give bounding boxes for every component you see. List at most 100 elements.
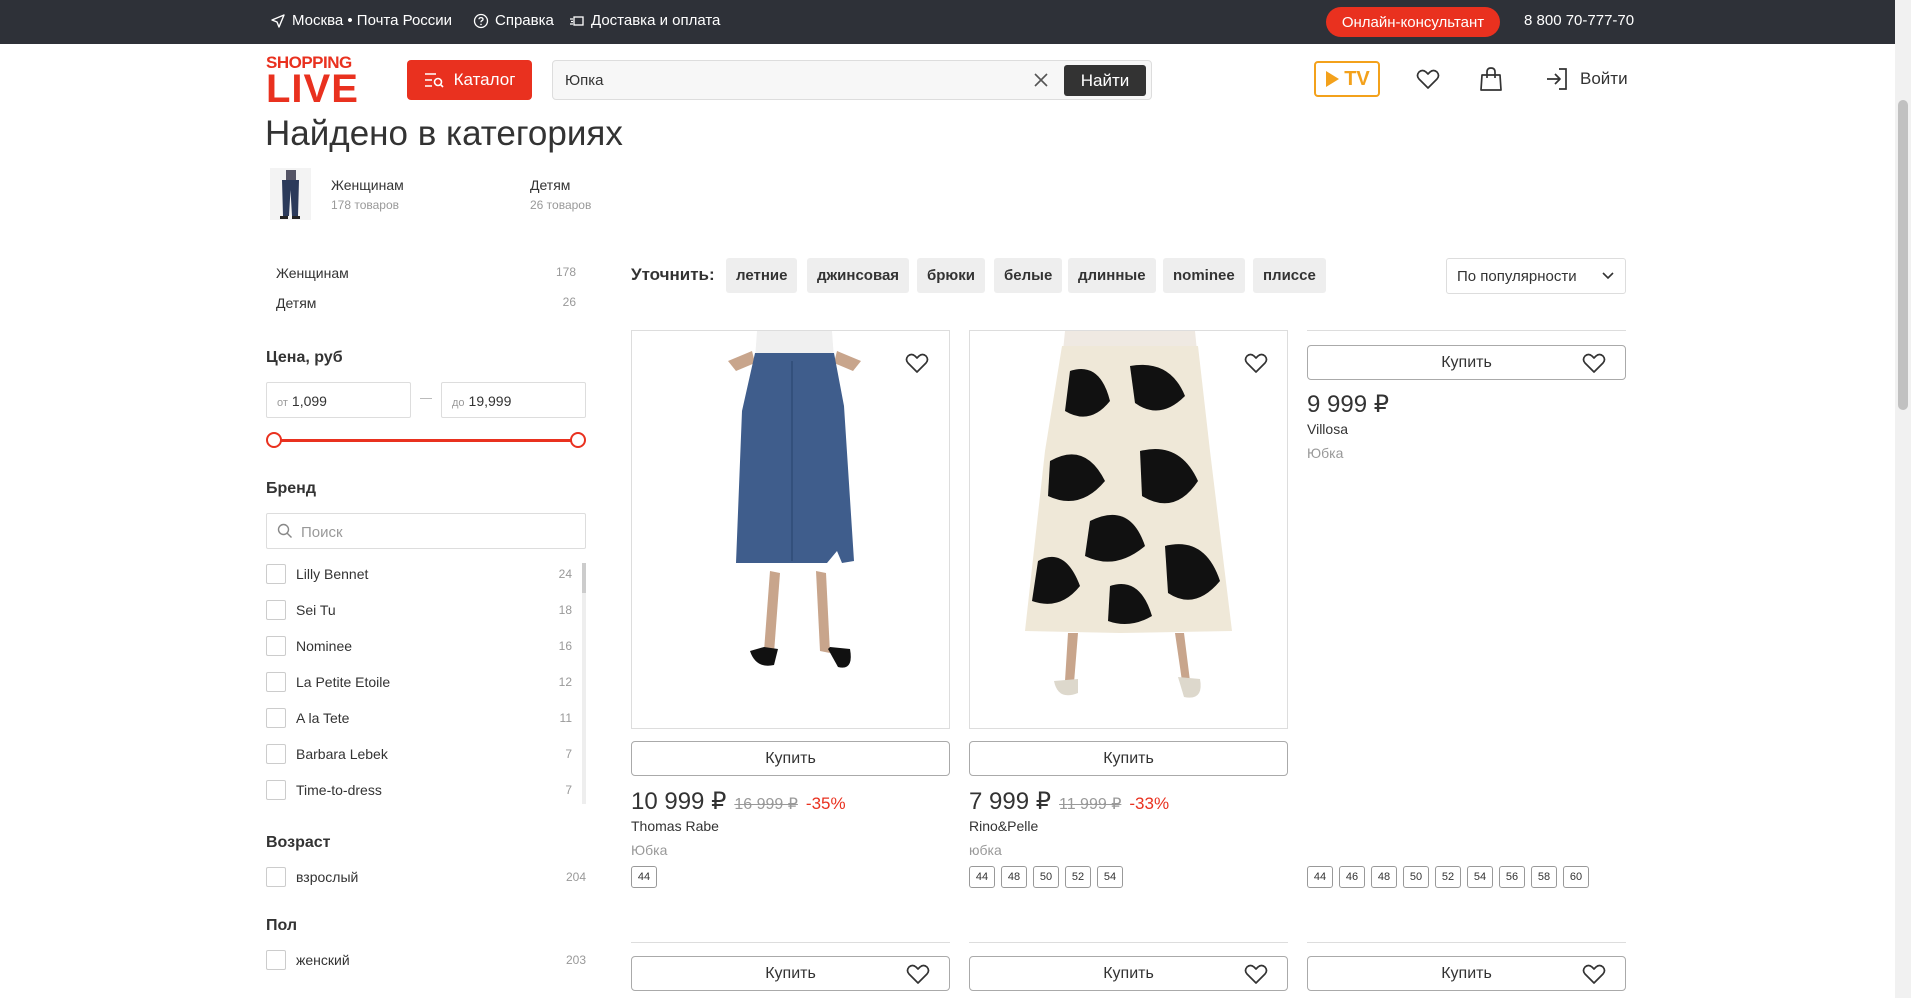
size-option[interactable]: 50 <box>1033 866 1059 888</box>
sort-dropdown[interactable]: По популярности <box>1446 258 1626 294</box>
online-consultant-button[interactable]: Онлайн-консультант <box>1326 7 1500 37</box>
size-option[interactable]: 58 <box>1531 866 1557 888</box>
refine-chip-nominee[interactable]: nominee <box>1163 258 1245 293</box>
checkbox[interactable] <box>266 600 286 620</box>
scrollbar-thumb[interactable] <box>1898 100 1908 410</box>
size-option[interactable]: 60 <box>1563 866 1589 888</box>
brand-list-scroll-thumb[interactable] <box>582 563 586 593</box>
brand-checkbox-barbara-lebek[interactable]: Barbara Lebek 7 <box>266 743 572 765</box>
price-to-field[interactable]: до 19,999 <box>441 382 586 418</box>
size-option[interactable]: 48 <box>1371 866 1397 888</box>
age-checkbox-adult[interactable]: взрослый 204 <box>266 866 586 888</box>
category-thumbnail[interactable] <box>270 168 311 220</box>
size-option[interactable]: 54 <box>1467 866 1493 888</box>
size-option[interactable]: 44 <box>631 866 657 888</box>
buy-button[interactable]: Купить <box>631 741 950 776</box>
card-divider <box>631 942 950 943</box>
checkbox[interactable] <box>266 744 286 764</box>
discount-badge: -33% <box>1129 794 1170 813</box>
play-icon <box>1326 71 1340 87</box>
brand-checkbox-a-la-tete[interactable]: A la Tete 11 <box>266 707 572 729</box>
favorite-heart-icon[interactable] <box>905 961 931 987</box>
product-brand[interactable]: Villosa <box>1307 421 1348 437</box>
login-button[interactable]: Войти <box>1544 66 1628 92</box>
search-input[interactable] <box>565 69 1015 91</box>
buy-button[interactable]: Купить <box>1307 956 1626 991</box>
size-option[interactable]: 44 <box>969 866 995 888</box>
size-option[interactable]: 44 <box>1307 866 1333 888</box>
found-category-name: Женщинам <box>331 177 404 193</box>
price-slider-min-handle[interactable] <box>266 432 282 448</box>
found-category-women[interactable]: Женщинам 178 товаров <box>331 177 404 212</box>
product-brand[interactable]: Thomas Rabe <box>631 818 719 834</box>
size-option[interactable]: 48 <box>1001 866 1027 888</box>
favorites-heart-icon[interactable] <box>1415 66 1441 92</box>
favorite-heart-icon[interactable] <box>1243 350 1269 376</box>
sidebar-category-name: Детям <box>276 295 317 311</box>
size-option[interactable]: 50 <box>1403 866 1429 888</box>
help-link[interactable]: Справка <box>473 12 554 29</box>
buy-button[interactable]: Купить <box>969 741 1288 776</box>
size-option[interactable]: 52 <box>1435 866 1461 888</box>
brand-search-input[interactable] <box>301 522 571 542</box>
sidebar-category-women[interactable]: Женщинам 178 <box>276 265 576 281</box>
catalog-button[interactable]: Каталог <box>407 60 532 100</box>
page-scrollbar[interactable] <box>1895 0 1911 998</box>
sidebar-category-kids[interactable]: Детям 26 <box>276 295 576 311</box>
current-price: 9 999 ₽ <box>1307 391 1389 418</box>
checkbox[interactable] <box>266 708 286 728</box>
shopping-live-logo[interactable]: SHOPPING LIVE <box>266 54 360 109</box>
favorite-heart-icon[interactable] <box>1581 961 1607 987</box>
favorite-heart-icon[interactable] <box>1581 350 1607 376</box>
buy-button[interactable]: Купить <box>1307 345 1626 380</box>
checkbox[interactable] <box>266 950 286 970</box>
location-link[interactable]: Москва • Почта России <box>270 12 452 29</box>
refine-chip-pleated[interactable]: плиссе <box>1253 258 1326 293</box>
brand-checkbox-la-petite-etoile[interactable]: La Petite Etoile 12 <box>266 671 572 693</box>
checkbox[interactable] <box>266 564 286 584</box>
price-slider-track[interactable] <box>274 439 578 442</box>
brand-list-scrollbar[interactable] <box>582 563 586 804</box>
help-label: Справка <box>495 12 554 29</box>
product-image-denim-skirt[interactable] <box>631 330 950 729</box>
product-image-floral-skirt[interactable] <box>969 330 1288 729</box>
checkbox[interactable] <box>266 867 286 887</box>
refine-chip-denim[interactable]: джинсовая <box>807 258 910 293</box>
refine-label: Уточнить: <box>631 265 715 284</box>
buy-button[interactable]: Купить <box>969 956 1288 991</box>
size-option[interactable]: 54 <box>1097 866 1123 888</box>
checkbox[interactable] <box>266 780 286 800</box>
refine-chip-white[interactable]: белые <box>994 258 1063 293</box>
checkbox[interactable] <box>266 636 286 656</box>
refine-chip-trousers[interactable]: брюки <box>917 258 985 293</box>
brand-checkbox-nominee[interactable]: Nominee 16 <box>266 635 572 657</box>
price-slider-max-handle[interactable] <box>570 432 586 448</box>
favorite-heart-icon[interactable] <box>1243 961 1269 987</box>
clear-search-icon[interactable] <box>1031 70 1051 90</box>
size-option[interactable]: 46 <box>1339 866 1365 888</box>
shopping-bag-icon[interactable] <box>1478 66 1504 92</box>
price-range-dash <box>420 398 432 399</box>
top-bar: Москва • Почта России Справка Доставка и… <box>0 0 1895 44</box>
brand-count: 12 <box>558 675 572 689</box>
search-button[interactable]: Найти <box>1064 65 1146 96</box>
shopping-live-tv-button[interactable]: TV <box>1314 61 1380 97</box>
buy-label: Купить <box>765 964 816 982</box>
found-category-name: Детям <box>530 177 571 193</box>
found-category-kids[interactable]: Детям 26 товаров <box>530 177 591 212</box>
checkbox[interactable] <box>266 672 286 692</box>
phone-number[interactable]: 8 800 70-777-70 <box>1524 12 1634 29</box>
size-option[interactable]: 56 <box>1499 866 1525 888</box>
brand-checkbox-sei-tu[interactable]: Sei Tu 18 <box>266 599 572 621</box>
delivery-link[interactable]: Доставка и оплата <box>569 12 720 29</box>
favorite-heart-icon[interactable] <box>904 350 930 376</box>
buy-button[interactable]: Купить <box>631 956 950 991</box>
brand-checkbox-lilly-bennet[interactable]: Lilly Bennet 24 <box>266 563 572 585</box>
brand-checkbox-time-to-dress[interactable]: Time-to-dress 7 <box>266 779 572 801</box>
product-brand[interactable]: Rino&Pelle <box>969 818 1038 834</box>
size-option[interactable]: 52 <box>1065 866 1091 888</box>
refine-chip-long[interactable]: длинные <box>1068 258 1156 293</box>
gender-checkbox-female[interactable]: женский 203 <box>266 949 586 971</box>
refine-chip-summer[interactable]: летние <box>726 258 798 293</box>
price-from-field[interactable]: от 1,099 <box>266 382 411 418</box>
